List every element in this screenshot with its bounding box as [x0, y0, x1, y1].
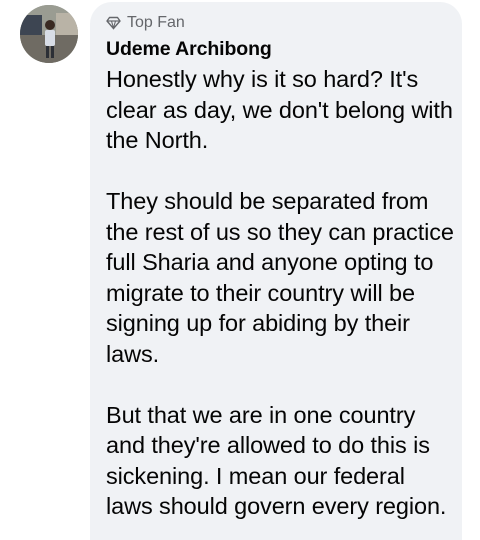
comment-bubble: Top Fan Udeme Archibong Honestly why is …: [90, 2, 462, 540]
comment-paragraph: Honestly why is it so hard? It's clear a…: [106, 66, 453, 153]
comment-row: Top Fan Udeme Archibong Honestly why is …: [0, 0, 480, 540]
avatar[interactable]: [20, 5, 78, 63]
profile-photo: [20, 5, 78, 63]
author-name[interactable]: Udeme Archibong: [106, 38, 272, 60]
comment-text: Honestly why is it so hard? It's clear a…: [106, 64, 456, 540]
comment-paragraph: But that we are in one country and they'…: [106, 401, 447, 520]
badge-label: Top Fan: [127, 14, 185, 31]
top-fan-badge[interactable]: Top Fan: [106, 13, 185, 33]
comment-paragraph: They should be separated from the rest o…: [106, 188, 454, 367]
diamond-icon: [106, 16, 121, 30]
